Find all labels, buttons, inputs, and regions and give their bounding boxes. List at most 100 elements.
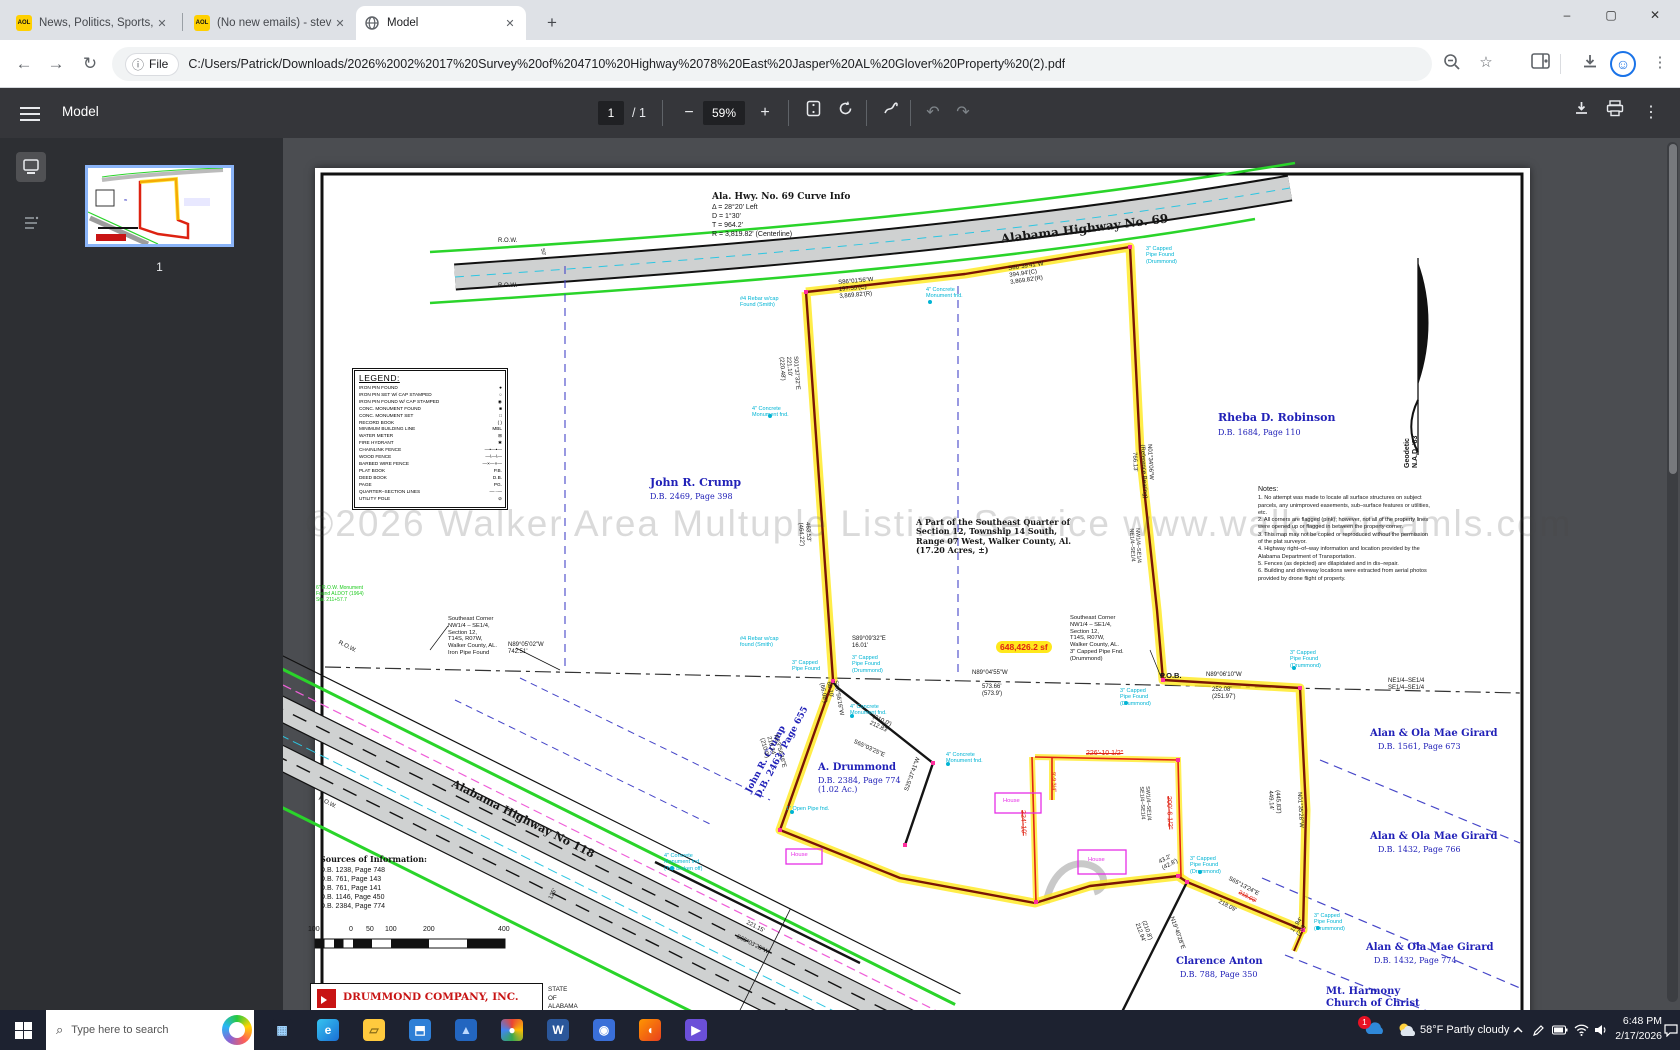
bearing: S89°09'32"E 16.01' bbox=[852, 636, 886, 650]
search-icon: ⌕ bbox=[56, 1022, 64, 1037]
tie-dim: 200'-6 1/2" bbox=[1165, 796, 1174, 830]
aol-icon: AOL bbox=[194, 15, 210, 31]
side-panel-icon[interactable] bbox=[1528, 53, 1552, 75]
bearing: S01°37'32"E 221.10' (220.48') bbox=[777, 356, 801, 391]
bearing: N89°06'10"W bbox=[1206, 672, 1242, 678]
zoom-indicator-icon[interactable] bbox=[1440, 53, 1464, 75]
browser-menu-icon[interactable]: ⋮ bbox=[1648, 53, 1672, 75]
address-bar[interactable]: ⓘ File C:/Users/Patrick/Downloads/2026%20… bbox=[112, 47, 1432, 81]
tab-1[interactable]: AOL News, Politics, Sports, Mail & La✕ bbox=[8, 6, 178, 40]
tie-dim: 9'-9 3/4" bbox=[1050, 772, 1057, 793]
legend-row: PLAT BOOK P.B. bbox=[359, 467, 502, 473]
legend-row: WOOD FENCE —\—\— bbox=[359, 454, 502, 460]
print-icon[interactable] bbox=[1602, 100, 1628, 126]
tab-title: Model bbox=[387, 17, 419, 29]
start-button[interactable] bbox=[0, 1010, 46, 1050]
monument: 4" Concrete Monument fnd. (Top broken of… bbox=[664, 853, 703, 872]
chrome-icon[interactable]: ● bbox=[492, 1014, 532, 1046]
pdf-download-icon[interactable] bbox=[1568, 100, 1594, 126]
pdf-menu-icon[interactable] bbox=[20, 103, 40, 123]
url-text[interactable]: C:/Users/Patrick/Downloads/2026%2002%201… bbox=[188, 57, 1065, 71]
task-view-icon[interactable]: ▦ bbox=[262, 1014, 302, 1046]
bearing: N19°40'28"E bbox=[1168, 916, 1186, 951]
redo-icon[interactable]: ↷ bbox=[950, 100, 976, 126]
tab-2[interactable]: AOL (No new emails) - stevepaynere✕ bbox=[186, 6, 356, 40]
reload-icon[interactable]: ↻ bbox=[78, 52, 102, 76]
corner-note: Southeast Corner NW1/4 – SE1/4, Section … bbox=[448, 616, 497, 657]
weather-icon[interactable] bbox=[1396, 1010, 1418, 1050]
action-center-icon[interactable] bbox=[1664, 1010, 1678, 1050]
viewer-scrollbar[interactable] bbox=[1667, 142, 1678, 1002]
store-icon[interactable]: ⬒ bbox=[400, 1014, 440, 1046]
thumbnails-panel-icon[interactable] bbox=[16, 152, 46, 182]
forward-icon[interactable]: → bbox=[44, 52, 68, 76]
notes-body: 1. No attempt was made to locate all sur… bbox=[1258, 495, 1430, 582]
bearing: 573.66' (573.9') bbox=[982, 684, 1003, 698]
owner-ref: D.B. 1432, Page 766 bbox=[1378, 845, 1461, 854]
annotate-icon[interactable] bbox=[878, 100, 904, 126]
monument: 4" Concrete Monument fnd. bbox=[926, 287, 963, 300]
edge-icon[interactable]: e bbox=[308, 1014, 348, 1046]
pdf-viewer[interactable]: Alabama Highway No. 69 R.O.W. R.O.W. S86°01… bbox=[283, 138, 1680, 1010]
word-icon[interactable]: W bbox=[538, 1014, 578, 1046]
bearing: S65°03'25"W bbox=[735, 934, 770, 956]
owner: John R. Crump bbox=[650, 476, 742, 489]
tab-close-icon[interactable]: ✕ bbox=[332, 17, 348, 30]
new-tab-button[interactable]: + bbox=[540, 11, 564, 35]
bearing: 221.15' bbox=[745, 920, 766, 935]
rotate-icon[interactable] bbox=[832, 100, 858, 126]
camera-icon[interactable]: ◉ bbox=[584, 1014, 624, 1046]
file-explorer-icon[interactable]: ▱ bbox=[354, 1014, 394, 1046]
outline-panel-icon[interactable] bbox=[16, 208, 46, 238]
clock[interactable]: 6:48 PM 2/17/2026 bbox=[1606, 1014, 1662, 1044]
downloads-icon[interactable] bbox=[1578, 53, 1602, 75]
tray-chevron-up-icon[interactable] bbox=[1512, 1010, 1524, 1050]
company-name: DRUMMOND COMPANY, INC. bbox=[343, 991, 519, 1003]
fit-page-icon[interactable] bbox=[800, 100, 826, 126]
back-icon[interactable]: ← bbox=[12, 52, 36, 76]
page-number-input[interactable]: 1 bbox=[598, 101, 624, 125]
pdf-sidebar: ≈ 1 bbox=[0, 138, 283, 1010]
pen-icon[interactable] bbox=[1532, 1010, 1545, 1050]
curve-info-title: Ala. Hwy. No. 69 Curve Info bbox=[712, 192, 851, 202]
bearing: (445.83') 449.14' bbox=[1266, 790, 1282, 814]
owner-ref: D.B. 1561, Page 673 bbox=[1378, 742, 1461, 751]
photos-icon[interactable]: ▲ bbox=[446, 1014, 486, 1046]
house-label: House bbox=[1003, 798, 1020, 804]
wifi-icon[interactable] bbox=[1574, 1010, 1589, 1050]
pdf-toolbar: Model 1 / 1 − 59% + ↶ ↷ ⋮ bbox=[0, 88, 1680, 138]
search-doodle-icon[interactable] bbox=[222, 1015, 252, 1045]
media-player-icon[interactable]: ▶ bbox=[676, 1014, 716, 1046]
close-button[interactable]: ✕ bbox=[1633, 0, 1677, 32]
bearing: (210.0') 212.83' bbox=[868, 714, 893, 735]
minimize-button[interactable]: – bbox=[1545, 0, 1589, 32]
page-thumbnail[interactable]: ≈ bbox=[85, 165, 234, 247]
zoom-in-button[interactable]: + bbox=[752, 100, 778, 126]
profile-avatar[interactable]: ☺ bbox=[1610, 51, 1636, 77]
dim: 125' bbox=[548, 887, 559, 901]
zoom-out-button[interactable]: − bbox=[676, 100, 702, 126]
notification-badge: 1 bbox=[1358, 1015, 1371, 1029]
scrollbar-thumb[interactable] bbox=[1668, 144, 1677, 474]
bearing: S65°03'25"E bbox=[852, 739, 886, 759]
onedrive-icon[interactable]: 1 bbox=[1358, 1010, 1386, 1050]
owner: A. Drummond bbox=[818, 762, 897, 773]
tab-3[interactable]: Model ✕ bbox=[356, 6, 526, 40]
tab-close-icon[interactable]: ✕ bbox=[502, 17, 518, 30]
undo-icon[interactable]: ↶ bbox=[920, 100, 946, 126]
maximize-button[interactable]: ▢ bbox=[1589, 0, 1633, 32]
bearing: (210.8') 212.94' bbox=[1133, 920, 1153, 943]
zoom-level[interactable]: 59% bbox=[703, 101, 745, 125]
pdf-more-icon[interactable]: ⋮ bbox=[1638, 100, 1664, 126]
legend-row: IRON PIN FOUND ● bbox=[359, 385, 502, 390]
legend-row: FIRE HYDRANT ✱ bbox=[359, 440, 502, 446]
legend-row: RECORD BOOK( ) bbox=[359, 419, 502, 425]
tab-close-icon[interactable]: ✕ bbox=[154, 17, 170, 30]
bookmark-star-icon[interactable]: ☆ bbox=[1474, 53, 1498, 75]
weather-text[interactable]: 58°F Partly cloudy bbox=[1420, 1010, 1509, 1050]
file-chip[interactable]: ⓘ File bbox=[126, 53, 179, 75]
battery-icon[interactable] bbox=[1552, 1010, 1568, 1050]
firefox-icon[interactable]: ◖ bbox=[630, 1014, 670, 1046]
tie-dim: 226'-10 1/2" bbox=[1086, 750, 1124, 757]
globe-icon bbox=[364, 15, 380, 31]
